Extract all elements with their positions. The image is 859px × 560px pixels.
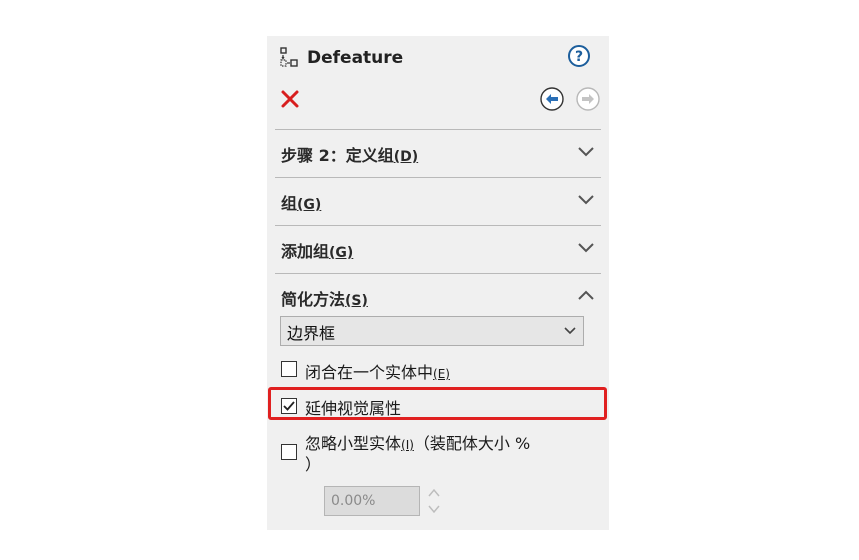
defeature-property-manager: Defeature ? 步骤 2：定义组(D) 组(G) 添加组(G) 简化方法… (267, 36, 609, 530)
method-dropdown[interactable]: 边界框 (280, 316, 584, 346)
svg-text:?: ? (575, 49, 583, 65)
forward-arrow-icon (576, 87, 600, 111)
section-group[interactable]: 组(G) (275, 178, 601, 224)
close-icon[interactable] (279, 88, 301, 110)
defeature-icon (280, 47, 298, 67)
extend-visual-label: 延伸视觉属性 (305, 399, 402, 418)
section-label: 组(G) (281, 194, 322, 213)
enclose-checkbox[interactable] (281, 361, 297, 377)
chevron-down-icon (578, 147, 594, 157)
help-icon[interactable]: ? (567, 44, 591, 68)
section-simplify-method[interactable]: 简化方法(S) (275, 274, 601, 320)
ignore-small-label-cont: ） (305, 455, 322, 474)
section-add-group[interactable]: 添加组(G) (275, 226, 601, 272)
size-percent-input[interactable] (324, 486, 420, 516)
section-label: 添加组(G) (281, 242, 354, 261)
section-step2-define-groups[interactable]: 步骤 2：定义组(D) (275, 130, 601, 176)
chevron-down-icon (578, 195, 594, 205)
enclose-label: 闭合在一个实体中(E) (305, 363, 450, 382)
spin-up-icon[interactable] (427, 486, 441, 500)
extend-visual-checkbox[interactable] (281, 398, 297, 414)
section-label: 简化方法(S) (281, 290, 368, 309)
chevron-down-icon (564, 327, 576, 335)
back-arrow-icon[interactable] (539, 86, 565, 112)
spin-down-icon[interactable] (427, 502, 441, 516)
screen: Defeature ? 步骤 2：定义组(D) 组(G) 添加组(G) 简化方法… (0, 0, 859, 560)
ignore-small-checkbox[interactable] (281, 444, 297, 460)
method-selected: 边界框 (287, 324, 336, 343)
checkmark-icon (283, 401, 295, 411)
chevron-down-icon (578, 243, 594, 253)
title-bar: Defeature ? (277, 44, 599, 74)
section-label: 步骤 2：定义组(D) (281, 146, 419, 165)
chevron-up-icon (578, 290, 594, 300)
ignore-small-label: 忽略小型实体(I)（装配体大小 % (305, 434, 531, 453)
size-percent-value[interactable] (325, 487, 419, 515)
panel-title: Defeature (307, 48, 404, 68)
